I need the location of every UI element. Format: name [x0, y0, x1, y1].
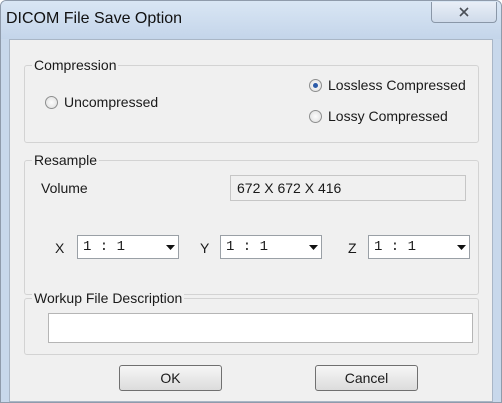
lossless-compressed-label: Lossless Compressed — [328, 77, 466, 93]
dialog-body: Compression Uncompressed Lossless Compre… — [9, 39, 493, 402]
uncompressed-radio[interactable]: Uncompressed — [45, 94, 158, 110]
ok-button-label: OK — [160, 370, 181, 386]
resample-group: Resample Volume 672 X 672 X 416 X 1 : 1 … — [24, 152, 479, 295]
uncompressed-label: Uncompressed — [64, 94, 159, 110]
y-ratio-select[interactable]: 1 : 1 — [220, 235, 322, 259]
y-ratio-value: 1 : 1 — [226, 239, 269, 255]
volume-value-box: 672 X 672 X 416 — [230, 175, 466, 201]
workup-legend: Workup File Description — [32, 290, 185, 306]
workup-description-input[interactable] — [48, 313, 473, 343]
volume-value: 672 X 672 X 416 — [237, 180, 342, 196]
x-ratio-value: 1 : 1 — [83, 239, 126, 255]
radio-indicator — [45, 95, 58, 109]
close-icon — [459, 7, 469, 17]
compression-legend: Compression — [32, 57, 119, 73]
close-button[interactable] — [431, 2, 497, 23]
lossy-compressed-label: Lossy Compressed — [328, 108, 448, 124]
x-ratio-select[interactable]: 1 : 1 — [77, 235, 179, 259]
x-label: X — [55, 240, 65, 256]
dicom-save-dialog: DICOM File Save Option Compression Uncom… — [0, 0, 502, 403]
lossless-compressed-radio[interactable]: Lossless Compressed — [309, 77, 466, 93]
lossy-compressed-radio[interactable]: Lossy Compressed — [309, 108, 448, 124]
y-label: Y — [200, 240, 210, 256]
chevron-down-icon — [162, 236, 178, 258]
chevron-down-icon — [305, 236, 321, 258]
z-label: Z — [348, 240, 357, 256]
dialog-title: DICOM File Save Option — [6, 10, 183, 27]
volume-label: Volume — [41, 180, 88, 196]
cancel-button[interactable]: Cancel — [315, 365, 418, 391]
z-ratio-select[interactable]: 1 : 1 — [368, 235, 470, 259]
chevron-down-icon — [453, 236, 469, 258]
radio-indicator — [309, 109, 322, 123]
radio-indicator — [309, 78, 322, 92]
compression-group: Compression Uncompressed Lossless Compre… — [24, 57, 479, 143]
title-bar: DICOM File Save Option — [1, 1, 501, 39]
z-ratio-value: 1 : 1 — [374, 239, 417, 255]
cancel-button-label: Cancel — [344, 370, 389, 386]
resample-legend: Resample — [32, 152, 100, 168]
workup-group: Workup File Description — [24, 290, 479, 355]
ok-button[interactable]: OK — [119, 365, 222, 391]
